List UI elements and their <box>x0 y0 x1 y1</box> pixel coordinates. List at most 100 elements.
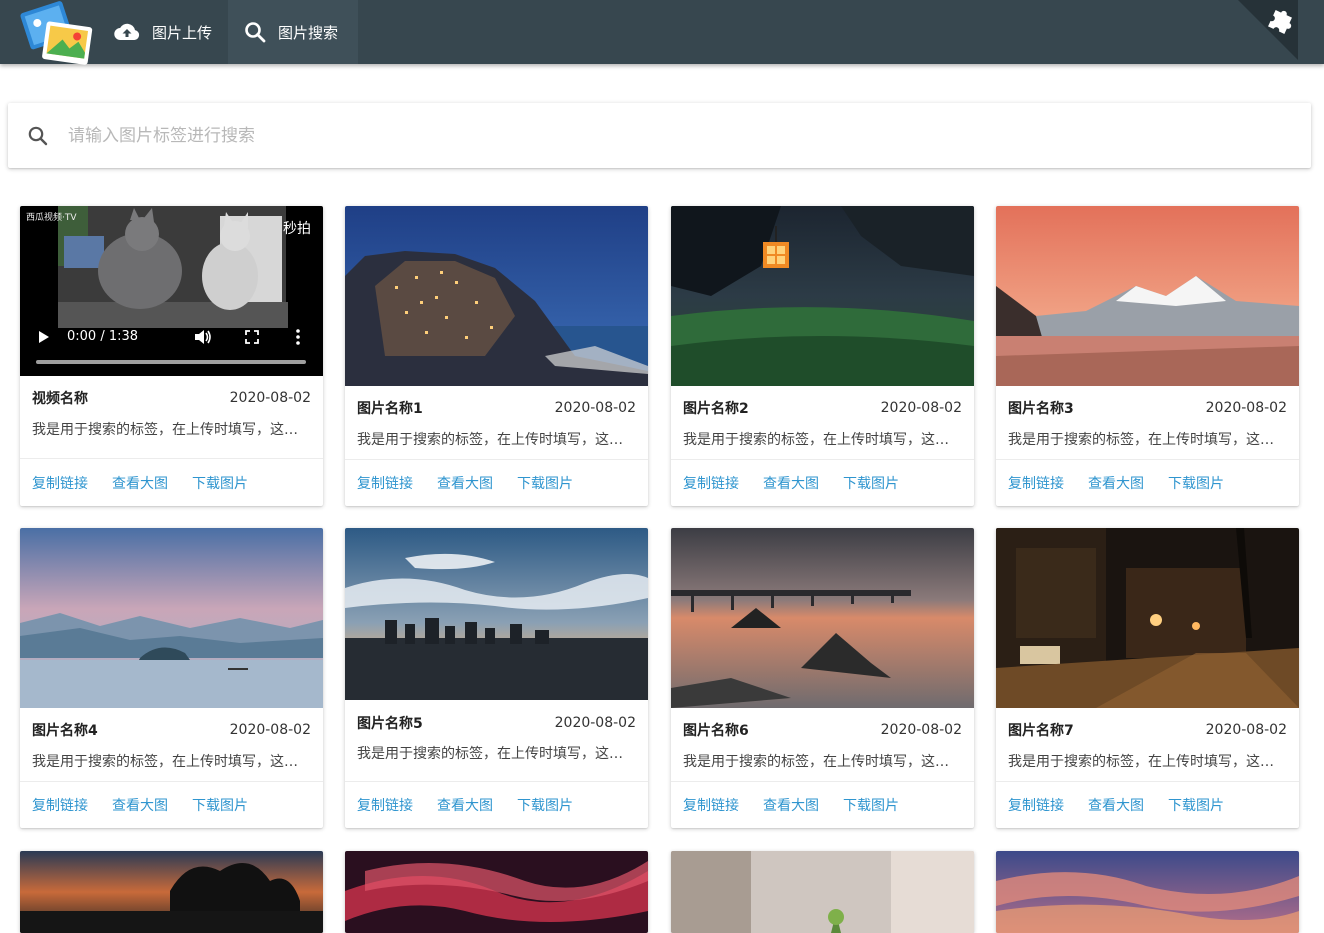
play-icon[interactable] <box>38 330 50 344</box>
fullscreen-icon[interactable] <box>245 330 259 344</box>
copy-link-button[interactable]: 复制链接 <box>683 795 739 815</box>
card-date: 2020-08-02 <box>880 722 962 738</box>
download-button[interactable]: 下载图片 <box>1168 795 1224 815</box>
nav-upload-label: 图片上传 <box>152 23 213 42</box>
card-date: 2020-08-02 <box>229 390 311 406</box>
card-title: 图片名称5 <box>357 716 423 732</box>
card-description: 我是用于搜索的标签，在上传时填写，这里是描述 <box>32 754 311 770</box>
download-button[interactable]: 下载图片 <box>1168 473 1224 493</box>
card-date: 2020-08-02 <box>554 715 636 731</box>
copy-link-button[interactable]: 复制链接 <box>1008 473 1064 493</box>
view-large-button[interactable]: 查看大图 <box>763 473 819 493</box>
card-description: 我是用于搜索的标签，在上传时填写，这里是描述 <box>357 746 636 762</box>
card-divider <box>20 458 323 459</box>
download-button[interactable]: 下载图片 <box>843 473 899 493</box>
copy-link-button[interactable]: 复制链接 <box>357 473 413 493</box>
card-divider <box>345 459 648 460</box>
copy-link-button[interactable]: 复制链接 <box>357 795 413 815</box>
image-card: 图片名称4 2020-08-02 我是用于搜索的标签，在上传时填写，这里是描述 … <box>20 528 323 828</box>
view-large-button[interactable]: 查看大图 <box>1088 473 1144 493</box>
view-large-button[interactable]: 查看大图 <box>112 473 168 493</box>
image-card <box>996 851 1299 933</box>
card-image[interactable] <box>671 851 974 933</box>
card-title: 图片名称1 <box>357 401 423 417</box>
copy-link-button[interactable]: 复制链接 <box>32 473 88 493</box>
download-button[interactable]: 下载图片 <box>192 795 248 815</box>
download-button[interactable]: 下载图片 <box>843 795 899 815</box>
card-title: 图片名称6 <box>683 723 749 739</box>
top-app-bar: 图片上传 图片搜索 <box>0 0 1324 65</box>
card-date: 2020-08-02 <box>1205 722 1287 738</box>
gallery-logo-icon[interactable] <box>18 0 94 65</box>
card-description: 我是用于搜索的标签，在上传时填写，这里是描述 <box>683 754 962 770</box>
view-large-button[interactable]: 查看大图 <box>437 795 493 815</box>
card-image[interactable] <box>20 851 323 933</box>
corner-ribbon[interactable] <box>1238 0 1324 64</box>
card-divider <box>671 781 974 782</box>
video-watermark-left: 西瓜视频·TV <box>26 213 77 223</box>
card-title: 图片名称4 <box>32 723 98 739</box>
image-card: 图片名称6 2020-08-02 我是用于搜索的标签，在上传时填写，这里是描述 … <box>671 528 974 828</box>
video-time: 0:00 / 1:38 <box>67 329 139 344</box>
download-button[interactable]: 下载图片 <box>517 473 573 493</box>
card-image[interactable] <box>996 851 1299 933</box>
copy-link-button[interactable]: 复制链接 <box>32 795 88 815</box>
search-icon <box>245 22 266 43</box>
card-image[interactable] <box>996 206 1299 386</box>
download-button[interactable]: 下载图片 <box>517 795 573 815</box>
image-card: 图片名称2 2020-08-02 我是用于搜索的标签，在上传时填写，这里是描述 … <box>671 206 974 506</box>
card-description: 我是用于搜索的标签，在上传时填写，这里是描述 <box>1008 432 1287 448</box>
view-large-button[interactable]: 查看大图 <box>437 473 493 493</box>
card-image[interactable] <box>671 206 974 386</box>
nav-search[interactable]: 图片搜索 <box>228 0 358 64</box>
card-title: 图片名称3 <box>1008 401 1074 417</box>
video-player[interactable]: 西瓜视频·TV 秒拍 0:00 / 1:38 <box>20 206 323 376</box>
card-description: 我是用于搜索的标签，在上传时填写，这里是描述 <box>32 422 311 438</box>
card-image[interactable] <box>20 528 323 708</box>
media-card: 西瓜视频·TV 秒拍 0:00 / 1:38 视频名称 2020-08-02 我… <box>20 206 323 506</box>
video-controls: 0:00 / 1:38 <box>20 316 323 376</box>
nav-search-label: 图片搜索 <box>278 23 339 42</box>
search-icon <box>8 125 68 147</box>
card-divider <box>996 781 1299 782</box>
volume-icon[interactable] <box>194 329 212 345</box>
card-date: 2020-08-02 <box>229 722 311 738</box>
view-large-button[interactable]: 查看大图 <box>112 795 168 815</box>
card-title: 视频名称 <box>32 391 88 407</box>
image-card: 图片名称5 2020-08-02 我是用于搜索的标签，在上传时填写，这里是描述 … <box>345 528 648 828</box>
nav-upload[interactable]: 图片上传 <box>100 0 228 64</box>
cloud-upload-icon <box>114 23 140 41</box>
search-input[interactable] <box>68 125 1268 146</box>
card-description: 我是用于搜索的标签，在上传时填写，这里是描述 <box>357 432 636 448</box>
card-image[interactable] <box>345 851 648 933</box>
card-divider <box>996 459 1299 460</box>
card-date: 2020-08-02 <box>1205 400 1287 416</box>
copy-link-button[interactable]: 复制链接 <box>683 473 739 493</box>
download-button[interactable]: 下载图片 <box>192 473 248 493</box>
image-card: 图片名称3 2020-08-02 我是用于搜索的标签，在上传时填写，这里是描述 … <box>996 206 1299 506</box>
card-image[interactable] <box>345 528 648 700</box>
view-large-button[interactable]: 查看大图 <box>763 795 819 815</box>
card-date: 2020-08-02 <box>880 400 962 416</box>
card-image[interactable] <box>996 528 1299 708</box>
more-options-icon[interactable] <box>295 329 301 345</box>
card-description: 我是用于搜索的标签，在上传时填写，这里是描述 <box>683 432 962 448</box>
video-watermark-right: 秒拍 <box>283 221 311 237</box>
image-card: 图片名称7 2020-08-02 我是用于搜索的标签，在上传时填写，这里是描述 … <box>996 528 1299 828</box>
card-description: 我是用于搜索的标签，在上传时填写，这里是描述 <box>1008 754 1287 770</box>
view-large-button[interactable]: 查看大图 <box>1088 795 1144 815</box>
image-card: 图片名称1 2020-08-02 我是用于搜索的标签，在上传时填写，这里是描述 … <box>345 206 648 506</box>
search-bar <box>8 103 1311 168</box>
card-divider <box>20 781 323 782</box>
video-progress-bar[interactable] <box>36 360 306 364</box>
card-title: 图片名称2 <box>683 401 749 417</box>
card-title: 图片名称7 <box>1008 723 1074 739</box>
card-divider <box>671 459 974 460</box>
image-card <box>345 851 648 933</box>
copy-link-button[interactable]: 复制链接 <box>1008 795 1064 815</box>
card-image[interactable] <box>345 206 648 386</box>
card-image[interactable] <box>671 528 974 708</box>
card-divider <box>345 781 648 782</box>
image-card <box>671 851 974 933</box>
card-date: 2020-08-02 <box>554 400 636 416</box>
